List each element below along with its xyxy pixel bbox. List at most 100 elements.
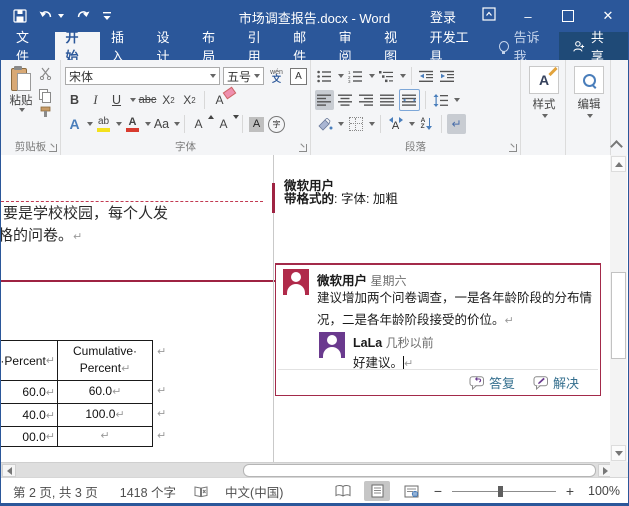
justify-button[interactable] <box>378 90 397 110</box>
redo-icon[interactable] <box>76 10 90 22</box>
scroll-up-button[interactable] <box>611 156 626 172</box>
tab-developer[interactable]: 开发工具 <box>419 30 488 64</box>
paragraph-dialog-launcher[interactable] <box>509 144 517 152</box>
comment-card[interactable]: 微软用户 星期六 建议增加两个问卷调查，一是各年龄阶段的分布情况，二是各年龄阶段… <box>275 263 601 396</box>
zoom-slider-thumb[interactable] <box>498 485 503 497</box>
page-indicator[interactable]: 第 2 页, 共 3 页 <box>13 482 98 501</box>
underline-dropdown-caret[interactable] <box>130 98 136 102</box>
vertical-scrollbar[interactable] <box>610 155 627 462</box>
highlight-caret[interactable] <box>116 122 122 126</box>
share-button[interactable]: 共享 <box>559 30 628 64</box>
multilevel-list-button[interactable] <box>377 66 396 86</box>
font-color-button[interactable]: A <box>123 114 142 134</box>
sign-in-button[interactable]: 登录 <box>416 7 470 26</box>
borders-button[interactable] <box>346 114 365 134</box>
increase-indent-button[interactable] <box>438 66 457 86</box>
copy-icon[interactable] <box>39 89 51 103</box>
scroll-left-button[interactable] <box>2 464 16 477</box>
resolve-button[interactable]: 解决 <box>533 373 579 392</box>
tab-mailings[interactable]: 邮件 <box>282 30 328 64</box>
tab-file[interactable]: 文件 <box>1 30 55 64</box>
italic-button[interactable]: I <box>86 90 105 110</box>
styles-caret[interactable] <box>542 114 548 118</box>
undo-dropdown-caret[interactable] <box>58 14 64 18</box>
change-case-caret[interactable] <box>174 122 180 126</box>
sort-button[interactable]: AZ <box>417 114 436 134</box>
undo-icon[interactable] <box>39 10 64 22</box>
underline-button[interactable]: U <box>107 90 126 110</box>
strikethrough-button[interactable]: abc <box>138 90 157 110</box>
collapse-ribbon-button[interactable] <box>610 140 623 153</box>
phonetic-guide-button[interactable]: wén 文 <box>267 66 286 86</box>
font-size-select[interactable]: 五号 <box>222 67 264 85</box>
highlight-color-button[interactable]: ab <box>94 114 113 134</box>
text-effects-caret[interactable] <box>87 122 93 126</box>
tab-review[interactable]: 审阅 <box>328 30 374 64</box>
clipboard-dialog-launcher[interactable] <box>49 144 57 152</box>
qat-customize-icon[interactable] <box>102 11 112 21</box>
read-mode-button[interactable] <box>330 481 356 501</box>
font-color-caret[interactable] <box>145 122 151 126</box>
clear-formatting-button[interactable]: A <box>210 90 229 110</box>
zoom-slider[interactable] <box>452 485 556 498</box>
ribbon-display-options-icon[interactable] <box>470 6 508 26</box>
shading-button[interactable] <box>315 114 334 134</box>
zoom-level[interactable]: 100% <box>584 484 620 498</box>
asian-layout-caret[interactable] <box>409 122 415 126</box>
font-name-select[interactable]: 宋体 <box>65 67 220 85</box>
grow-font-button[interactable]: A <box>189 114 214 134</box>
tell-me-box[interactable]: 告诉我 <box>488 30 560 64</box>
distributed-button[interactable] <box>399 89 420 111</box>
numbering-button[interactable]: 123 <box>346 66 365 86</box>
bullets-caret[interactable] <box>338 74 344 78</box>
character-shading-button[interactable]: A <box>247 114 266 134</box>
cut-icon[interactable] <box>39 67 58 85</box>
save-icon[interactable] <box>13 9 27 23</box>
multilevel-caret[interactable] <box>400 74 406 78</box>
text-effects-button[interactable]: A <box>65 114 84 134</box>
align-right-button[interactable] <box>357 90 376 110</box>
zoom-out-button[interactable]: − <box>432 483 444 499</box>
shrink-font-button[interactable]: A <box>214 114 239 134</box>
superscript-button[interactable]: X2 <box>180 90 199 110</box>
horizontal-scroll-thumb[interactable] <box>243 464 596 477</box>
styles-button[interactable]: A 样式 <box>525 64 563 118</box>
vertical-scroll-thumb[interactable] <box>611 272 626 359</box>
print-layout-button[interactable] <box>364 481 390 501</box>
reply-button[interactable]: 答复 <box>469 373 515 392</box>
tab-references[interactable]: 引用 <box>237 30 283 64</box>
shading-caret[interactable] <box>338 122 344 126</box>
borders-caret[interactable] <box>369 122 375 126</box>
tab-design[interactable]: 设计 <box>146 30 192 64</box>
show-hide-marks-button[interactable]: ↵ <box>447 114 466 134</box>
scroll-down-button[interactable] <box>611 445 626 461</box>
paste-dropdown-caret[interactable] <box>19 108 25 112</box>
enclose-characters-button[interactable]: 字 <box>267 114 286 134</box>
decrease-indent-button[interactable] <box>417 66 436 86</box>
bold-button[interactable]: B <box>65 90 84 110</box>
maximize-button[interactable] <box>548 0 588 32</box>
line-spacing-button[interactable] <box>431 90 450 110</box>
document-area[interactable]: 要是学校校园，每个人发 格的问卷。↵ ·Percent ↵ Cumulative·… <box>1 155 628 462</box>
horizontal-scrollbar[interactable] <box>1 462 628 478</box>
numbering-caret[interactable] <box>369 74 375 78</box>
zoom-in-button[interactable]: + <box>564 483 576 499</box>
bullets-button[interactable] <box>315 66 334 86</box>
font-dialog-launcher[interactable] <box>299 144 307 152</box>
change-case-button[interactable]: Aa <box>152 114 171 134</box>
subscript-button[interactable]: X2 <box>159 90 178 110</box>
line-spacing-caret[interactable] <box>454 98 460 102</box>
asian-layout-button[interactable]: A <box>386 114 405 134</box>
tab-view[interactable]: 视图 <box>373 30 419 64</box>
align-left-button[interactable] <box>315 90 334 110</box>
web-layout-button[interactable] <box>398 481 424 501</box>
editing-caret[interactable] <box>587 114 593 118</box>
align-center-button[interactable] <box>336 90 355 110</box>
tracked-change-entry[interactable]: 微软用户 带格式的: 字体: 加粗 <box>284 180 398 206</box>
editing-button[interactable]: 编辑 <box>570 64 608 118</box>
paste-button[interactable]: 粘贴 <box>5 64 37 112</box>
language-indicator[interactable]: 中文(中国) <box>225 482 283 501</box>
tab-insert[interactable]: 插入 <box>100 30 146 64</box>
word-count[interactable]: 1418 个字 <box>120 482 176 501</box>
format-painter-icon[interactable] <box>39 105 58 123</box>
